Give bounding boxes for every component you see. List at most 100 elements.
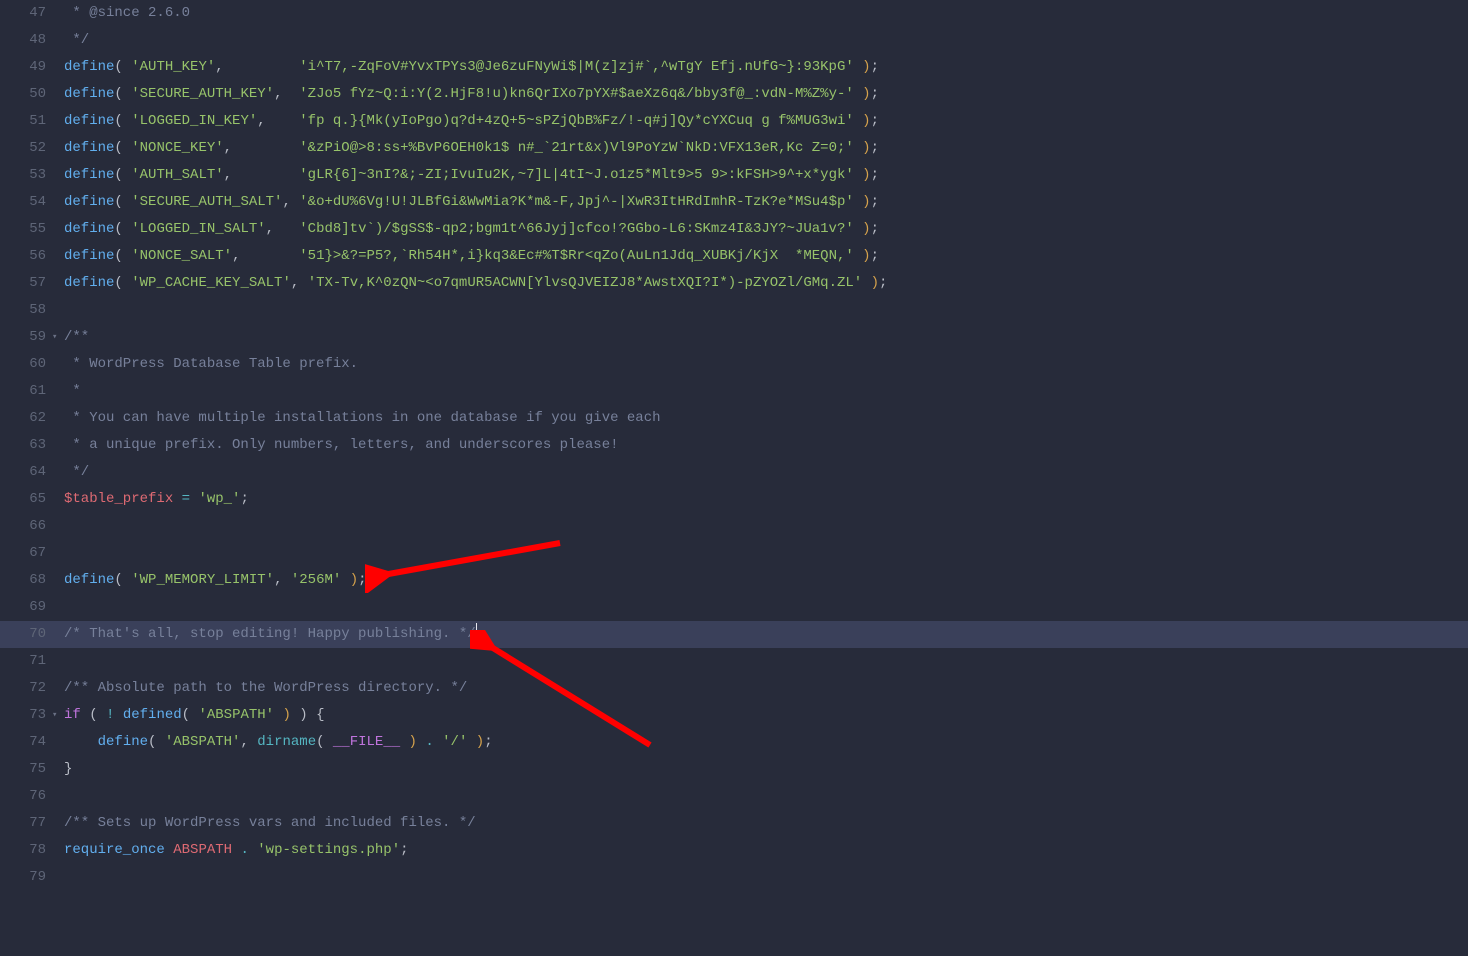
code-line-68[interactable]: 68define( 'WP_MEMORY_LIMIT', '256M' );: [0, 567, 1468, 594]
code-content[interactable]: define( 'SECURE_AUTH_KEY', 'ZJo5 fYz~Q:i…: [62, 81, 1468, 108]
code-content[interactable]: * WordPress Database Table prefix.: [62, 351, 1468, 378]
code-content[interactable]: /** Sets up WordPress vars and included …: [62, 810, 1468, 837]
code-content[interactable]: * a unique prefix. Only numbers, letters…: [62, 432, 1468, 459]
fold-toggle: [52, 189, 62, 216]
line-number: 55: [0, 216, 52, 243]
code-content[interactable]: define( 'LOGGED_IN_SALT', 'Cbd8]tv`)/$gS…: [62, 216, 1468, 243]
line-number: 61: [0, 378, 52, 405]
code-content[interactable]: define( 'NONCE_KEY', '&zPiO@>8:ss+%BvP6O…: [62, 135, 1468, 162]
code-content[interactable]: define( 'AUTH_SALT', 'gLR{6]~3nI?&;-ZI;I…: [62, 162, 1468, 189]
code-content[interactable]: require_once ABSPATH . 'wp-settings.php'…: [62, 837, 1468, 864]
code-line-56[interactable]: 56 define( 'NONCE_SALT', '51}>&?=P5?,`Rh5…: [0, 243, 1468, 270]
code-content[interactable]: * You can have multiple installations in…: [62, 405, 1468, 432]
code-content[interactable]: define( 'SECURE_AUTH_SALT', '&o+dU%6Vg!U…: [62, 189, 1468, 216]
fold-toggle: [52, 783, 62, 810]
code-line-64[interactable]: 64 */: [0, 459, 1468, 486]
code-content[interactable]: [62, 297, 1468, 324]
line-number: 57: [0, 270, 52, 297]
code-line-65[interactable]: 65$table_prefix = 'wp_';: [0, 486, 1468, 513]
fold-toggle: [52, 810, 62, 837]
code-editor[interactable]: 47 * @since 2.6.048 */49define( 'AUTH_KE…: [0, 0, 1468, 891]
code-line-62[interactable]: 62 * You can have multiple installations…: [0, 405, 1468, 432]
code-line-70[interactable]: 70 /* That's all, stop editing! Happy pub…: [0, 621, 1468, 648]
code-line-76[interactable]: 76: [0, 783, 1468, 810]
code-line-79[interactable]: 79: [0, 864, 1468, 891]
code-line-55[interactable]: 55 define( 'LOGGED_IN_SALT', 'Cbd8]tv`)/$…: [0, 216, 1468, 243]
code-content[interactable]: define( 'AUTH_KEY', 'i^T7,-ZqFoV#YvxTPYs…: [62, 54, 1468, 81]
code-line-67[interactable]: 67: [0, 540, 1468, 567]
code-line-75[interactable]: 75}: [0, 756, 1468, 783]
code-line-74[interactable]: 74 define( 'ABSPATH', dirname( __FILE__ …: [0, 729, 1468, 756]
code-line-47[interactable]: 47 * @since 2.6.0: [0, 0, 1468, 27]
code-line-77[interactable]: 77/** Sets up WordPress vars and include…: [0, 810, 1468, 837]
code-content[interactable]: [62, 648, 1468, 675]
code-content[interactable]: define( 'LOGGED_IN_KEY', 'fp q.}{Mk(yIoP…: [62, 108, 1468, 135]
code-line-63[interactable]: 63 * a unique prefix. Only numbers, lett…: [0, 432, 1468, 459]
code-content[interactable]: */: [62, 27, 1468, 54]
line-number: 64: [0, 459, 52, 486]
fold-toggle: [52, 864, 62, 891]
line-number: 66: [0, 513, 52, 540]
code-content[interactable]: [62, 513, 1468, 540]
code-content[interactable]: $table_prefix = 'wp_';: [62, 486, 1468, 513]
fold-toggle: [52, 243, 62, 270]
code-content[interactable]: define( 'NONCE_SALT', '51}>&?=P5?,`Rh54H…: [62, 243, 1468, 270]
fold-toggle: [52, 54, 62, 81]
fold-toggle: [52, 432, 62, 459]
code-content[interactable]: define( 'ABSPATH', dirname( __FILE__ ) .…: [62, 729, 1468, 756]
line-number: 62: [0, 405, 52, 432]
fold-toggle: [52, 135, 62, 162]
code-line-59[interactable]: 59▾/**: [0, 324, 1468, 351]
code-content[interactable]: define( 'WP_CACHE_KEY_SALT', 'TX-Tv,K^0z…: [62, 270, 1468, 297]
code-content[interactable]: if ( ! defined( 'ABSPATH' ) ) {: [62, 702, 1468, 729]
code-line-49[interactable]: 49define( 'AUTH_KEY', 'i^T7,-ZqFoV#YvxTP…: [0, 54, 1468, 81]
fold-toggle: [52, 459, 62, 486]
code-line-72[interactable]: 72/** Absolute path to the WordPress dir…: [0, 675, 1468, 702]
fold-toggle: [52, 648, 62, 675]
fold-toggle: [52, 351, 62, 378]
code-content[interactable]: [62, 783, 1468, 810]
code-line-51[interactable]: 51define( 'LOGGED_IN_KEY', 'fp q.}{Mk(yI…: [0, 108, 1468, 135]
code-line-69[interactable]: 69: [0, 594, 1468, 621]
line-number: 48: [0, 27, 52, 54]
line-number: 52: [0, 135, 52, 162]
code-line-57[interactable]: 57 define( 'WP_CACHE_KEY_SALT', 'TX-Tv,K^…: [0, 270, 1468, 297]
fold-toggle: [52, 297, 62, 324]
line-number: 59: [0, 324, 52, 351]
code-line-66[interactable]: 66: [0, 513, 1468, 540]
code-content[interactable]: /** Absolute path to the WordPress direc…: [62, 675, 1468, 702]
line-number: 63: [0, 432, 52, 459]
code-content[interactable]: [62, 864, 1468, 891]
code-line-53[interactable]: 53define( 'AUTH_SALT', 'gLR{6]~3nI?&;-ZI…: [0, 162, 1468, 189]
code-line-78[interactable]: 78require_once ABSPATH . 'wp-settings.ph…: [0, 837, 1468, 864]
code-line-58[interactable]: 58: [0, 297, 1468, 324]
fold-toggle: [52, 216, 62, 243]
code-line-52[interactable]: 52 define( 'NONCE_KEY', '&zPiO@>8:ss+%BvP…: [0, 135, 1468, 162]
code-content[interactable]: */: [62, 459, 1468, 486]
code-line-54[interactable]: 54 define( 'SECURE_AUTH_SALT', '&o+dU%6Vg…: [0, 189, 1468, 216]
code-content[interactable]: *: [62, 378, 1468, 405]
fold-toggle: [52, 756, 62, 783]
code-content[interactable]: /**: [62, 324, 1468, 351]
fold-toggle[interactable]: ▾: [52, 324, 62, 351]
line-number: 70: [0, 621, 52, 648]
fold-toggle: [52, 270, 62, 297]
line-number: 75: [0, 756, 52, 783]
fold-toggle: [52, 729, 62, 756]
code-line-73[interactable]: 73▾if ( ! defined( 'ABSPATH' ) ) {: [0, 702, 1468, 729]
line-number: 67: [0, 540, 52, 567]
code-line-48[interactable]: 48 */: [0, 27, 1468, 54]
code-content[interactable]: /* That's all, stop editing! Happy publi…: [62, 621, 1468, 648]
code-line-60[interactable]: 60 * WordPress Database Table prefix.: [0, 351, 1468, 378]
code-content[interactable]: }: [62, 756, 1468, 783]
fold-toggle[interactable]: ▾: [52, 702, 62, 729]
line-number: 56: [0, 243, 52, 270]
code-content[interactable]: * @since 2.6.0: [62, 0, 1468, 27]
code-content[interactable]: [62, 594, 1468, 621]
code-line-61[interactable]: 61 *: [0, 378, 1468, 405]
code-line-71[interactable]: 71: [0, 648, 1468, 675]
code-line-50[interactable]: 50define( 'SECURE_AUTH_KEY', 'ZJo5 fYz~Q…: [0, 81, 1468, 108]
code-content[interactable]: [62, 540, 1468, 567]
code-content[interactable]: define( 'WP_MEMORY_LIMIT', '256M' );: [62, 567, 1468, 594]
line-number: 54: [0, 189, 52, 216]
